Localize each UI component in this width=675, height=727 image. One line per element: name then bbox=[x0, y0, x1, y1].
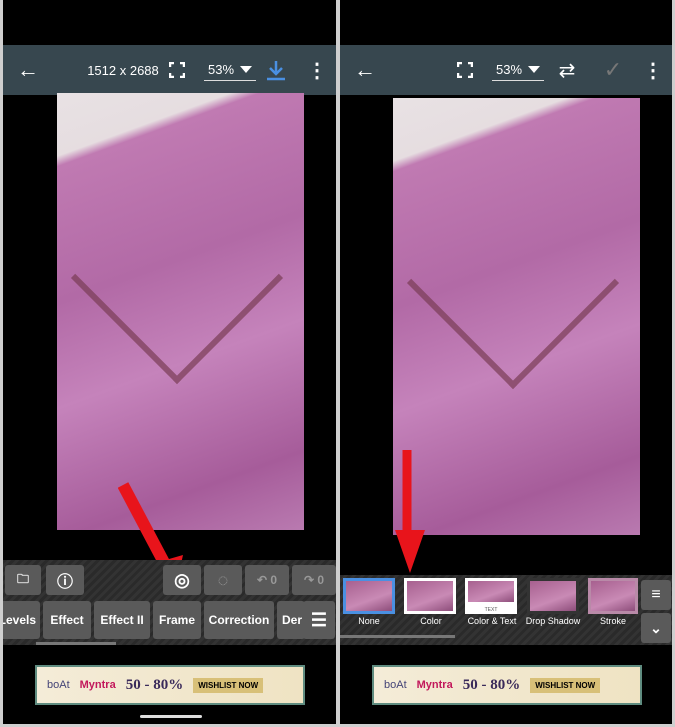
frame-label-color: Color bbox=[420, 616, 442, 626]
ad-banner[interactable]: boAt Myntra 50 - 80% WISHLIST NOW bbox=[35, 665, 305, 705]
ad-banner[interactable]: boAt Myntra 50 - 80% WISHLIST NOW bbox=[372, 665, 642, 705]
ad-offer: 50 - 80% bbox=[125, 676, 184, 693]
ad-cta: WISHLIST NOW bbox=[193, 677, 264, 693]
folder-icon: 🗀 bbox=[16, 571, 29, 586]
ad-brand: boAt bbox=[384, 679, 407, 691]
menu-button[interactable]: ☰ bbox=[303, 601, 335, 639]
zoom-select[interactable]: 53% bbox=[492, 59, 545, 81]
history-button[interactable]: ◌ bbox=[204, 565, 242, 595]
back-arrow-icon[interactable]: ← bbox=[13, 45, 43, 95]
tab-effect[interactable]: Effect bbox=[43, 601, 91, 639]
image-dimensions: 1512 x 2688 bbox=[87, 62, 159, 78]
top-toolbar: ← 53% ⇄ ✓ ⋮ bbox=[340, 45, 672, 95]
tab-denoise[interactable]: Der bbox=[277, 601, 305, 639]
right-screen: ← 53% ⇄ ✓ ⋮ TEXT None Color Color & Text… bbox=[340, 0, 672, 724]
left-screen: ← 1512 x 2688 53% ⋮ 🗀 ⓘ ◎ ◌ ↶ 0 ↷ 0 Leve… bbox=[3, 0, 336, 724]
compare-button[interactable]: ◎ bbox=[163, 565, 201, 595]
zoom-value: 53% bbox=[208, 62, 235, 77]
tab-frame[interactable]: Frame bbox=[153, 601, 201, 639]
info-button[interactable]: ⓘ bbox=[46, 565, 84, 595]
redo-icon: ↷ bbox=[303, 573, 318, 587]
redo-button[interactable]: ↷ 0 bbox=[292, 565, 336, 595]
open-folder-button[interactable]: 🗀 bbox=[5, 565, 41, 595]
fullscreen-icon[interactable] bbox=[165, 45, 189, 95]
tool-panel: 🗀 ⓘ ◎ ◌ ↶ 0 ↷ 0 Levels Effect Effect II … bbox=[3, 560, 336, 645]
ad-offer: 50 - 80% bbox=[462, 676, 521, 693]
zoom-value: 53% bbox=[496, 62, 523, 77]
collapse-button[interactable]: ⌄ bbox=[641, 613, 671, 643]
more-options-icon[interactable]: ⋮ bbox=[307, 45, 327, 95]
target-icon: ◎ bbox=[174, 569, 190, 590]
frames-scrollbar[interactable] bbox=[340, 635, 455, 638]
tab-effect-ii[interactable]: Effect II bbox=[94, 601, 150, 639]
frame-label-stroke: Stroke bbox=[599, 616, 626, 626]
dropdown-icon bbox=[240, 66, 253, 73]
frame-option-none[interactable] bbox=[343, 578, 395, 614]
fullscreen-icon[interactable] bbox=[453, 45, 477, 95]
frame-label-color-text: Color & Text bbox=[467, 616, 517, 626]
undo-icon: ↶ bbox=[256, 573, 271, 587]
ad-cta: WISHLIST NOW bbox=[530, 677, 601, 693]
redo-count: 0 bbox=[317, 573, 325, 587]
sort-button[interactable]: ≡ bbox=[641, 580, 671, 610]
ad-store: Myntra bbox=[416, 679, 453, 691]
photo-canvas[interactable] bbox=[57, 93, 304, 530]
top-toolbar: ← 1512 x 2688 53% ⋮ bbox=[3, 45, 336, 95]
back-arrow-icon[interactable]: ← bbox=[350, 45, 380, 95]
dotted-circle-icon: ◌ bbox=[217, 569, 229, 590]
swap-icon[interactable]: ⇄ bbox=[552, 45, 582, 95]
undo-button[interactable]: ↶ 0 bbox=[245, 565, 289, 595]
hamburger-icon: ☰ bbox=[310, 609, 328, 630]
ad-store: Myntra bbox=[79, 679, 116, 691]
frame-text-sample: TEXT bbox=[484, 607, 498, 613]
apply-check-icon[interactable]: ✓ bbox=[600, 45, 626, 95]
tab-levels[interactable]: Levels bbox=[3, 601, 40, 639]
more-options-icon[interactable]: ⋮ bbox=[643, 45, 663, 95]
chevron-down-icon: ⌄ bbox=[650, 619, 662, 636]
zoom-select[interactable]: 53% bbox=[204, 59, 257, 81]
home-indicator bbox=[140, 715, 202, 718]
dropdown-icon bbox=[528, 66, 541, 73]
ad-brand: boAt bbox=[47, 679, 70, 691]
tabs-scrollbar[interactable] bbox=[36, 642, 116, 645]
tab-correction[interactable]: Correction bbox=[204, 601, 274, 639]
frame-option-color-text[interactable]: TEXT bbox=[465, 578, 517, 614]
undo-count: 0 bbox=[270, 573, 278, 587]
download-icon[interactable] bbox=[263, 45, 289, 95]
info-icon: ⓘ bbox=[56, 574, 73, 591]
frame-option-stroke[interactable] bbox=[588, 578, 638, 614]
frame-option-drop-shadow[interactable] bbox=[527, 578, 579, 614]
frame-option-color[interactable] bbox=[404, 578, 456, 614]
sort-icon: ≡ bbox=[651, 586, 661, 603]
frame-label-none: None bbox=[358, 616, 380, 626]
